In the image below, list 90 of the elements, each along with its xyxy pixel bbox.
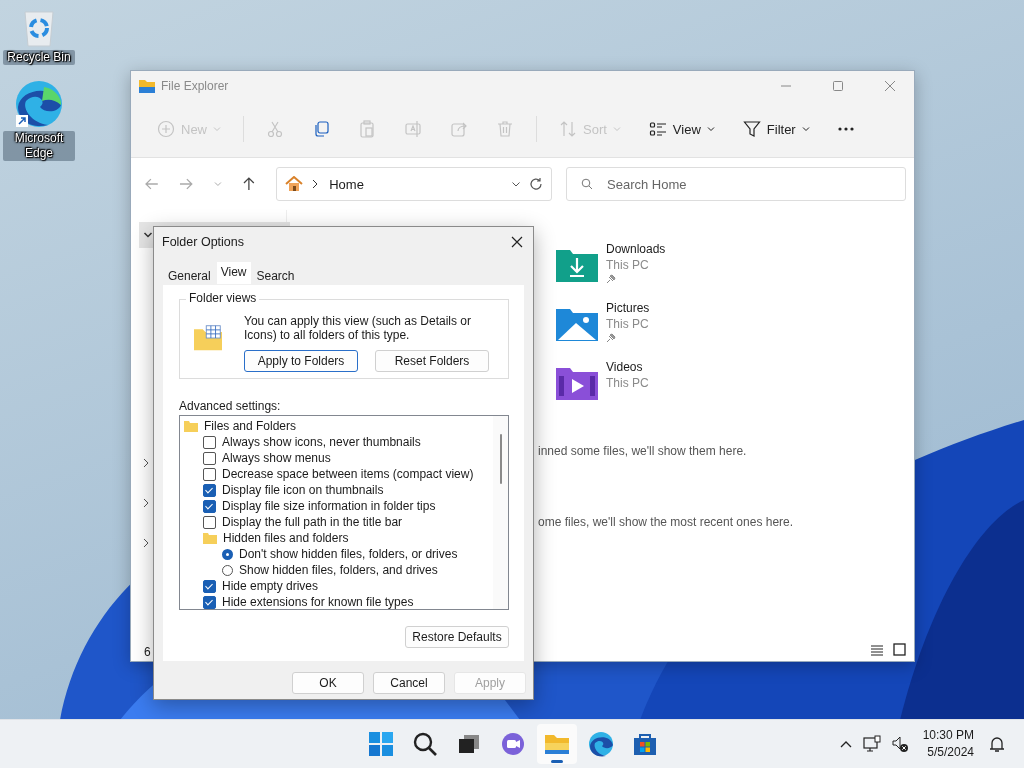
checkbox[interactable] xyxy=(203,451,216,465)
dialog-tab[interactable]: View xyxy=(216,262,251,284)
caret-icon xyxy=(706,125,715,133)
caret-icon xyxy=(213,125,221,133)
muted-speaker-icon[interactable] xyxy=(890,735,909,753)
checkbox[interactable] xyxy=(203,435,216,449)
view-button[interactable]: View xyxy=(636,112,727,146)
dialog-button[interactable]: Reset Folders xyxy=(375,350,489,372)
checkbox[interactable] xyxy=(203,499,216,513)
folder-view-icon xyxy=(194,324,222,352)
caret-icon xyxy=(801,125,810,133)
option-label: Display file size information in folder tips xyxy=(222,499,436,513)
option-label: Display the full path in the title bar xyxy=(222,515,403,529)
close-icon[interactable] xyxy=(511,236,523,248)
option-label: Display file icon on thumbnails xyxy=(222,483,384,497)
group-title: Folder views xyxy=(186,291,260,305)
network-icon[interactable] xyxy=(862,735,881,753)
option-label: Hide extensions for known file types xyxy=(222,595,414,609)
chevron-down-icon xyxy=(143,230,153,240)
maximize-icon[interactable] xyxy=(832,80,844,92)
address-bar[interactable]: Home xyxy=(276,167,552,201)
checkbox[interactable] xyxy=(203,515,216,529)
item-count-text: 6 xyxy=(143,645,152,659)
large-icons-view-icon[interactable] xyxy=(893,643,906,656)
dialog-button[interactable]: Apply to Folders xyxy=(244,350,358,372)
search-field[interactable]: Search Home xyxy=(566,167,906,201)
dialog-tab[interactable]: Search xyxy=(252,265,299,285)
folder-icon xyxy=(203,532,217,544)
edge-logo-icon[interactable] xyxy=(14,79,64,129)
chevron-down-icon[interactable] xyxy=(511,179,521,189)
folder-tile[interactable]: Pictures This PC xyxy=(556,301,914,343)
refresh-icon[interactable] xyxy=(529,177,543,191)
address-text: Home xyxy=(329,176,364,192)
folder-name: Pictures xyxy=(606,301,650,315)
dialog-title: Folder Options xyxy=(162,235,244,249)
dialog-tab[interactable]: General xyxy=(164,265,215,285)
clock[interactable]: 10:30 PM 5/5/2024 xyxy=(922,727,974,761)
folder-icon xyxy=(139,79,155,93)
option-label: Show hidden files, folders, and drives xyxy=(239,563,438,577)
advanced-settings-label: Advanced settings: xyxy=(179,399,282,413)
empty-state-message: inned some files, we'll show them here. xyxy=(538,444,748,458)
dialog-button[interactable]: OK xyxy=(292,672,364,694)
option-label: Decrease space between items (compact view) xyxy=(222,467,474,481)
category-label: Files and Folders xyxy=(204,419,297,433)
checkbox[interactable] xyxy=(203,579,216,593)
search-icon xyxy=(412,731,438,757)
checkbox[interactable] xyxy=(203,483,216,497)
folder-location: This PC xyxy=(606,376,649,390)
details-view-icon[interactable] xyxy=(870,643,884,656)
search-icon xyxy=(581,178,593,190)
empty-state-message: ome files, we'll show the most recent ones here. xyxy=(538,515,795,529)
option-label: Hide empty drives xyxy=(222,579,319,593)
notification-bell-icon[interactable] xyxy=(988,735,1006,753)
radio-button[interactable] xyxy=(222,564,233,576)
chevron-right-icon[interactable] xyxy=(142,458,150,468)
video-folder-icon xyxy=(556,366,598,400)
windows-logo-icon xyxy=(368,731,394,757)
folder-name: Videos xyxy=(606,360,644,374)
picture-folder-icon xyxy=(556,307,598,341)
option-label: Always show menus xyxy=(222,451,331,465)
folder-tile[interactable]: Videos This PC xyxy=(556,360,914,402)
scrollbar[interactable] xyxy=(493,416,508,609)
filter-button[interactable]: Filter xyxy=(730,112,822,146)
dialog-button[interactable]: Cancel xyxy=(373,672,445,694)
checkbox[interactable] xyxy=(203,467,216,481)
home-icon xyxy=(285,176,304,192)
restore-defaults-button[interactable]: Restore Defaults xyxy=(405,626,509,648)
store-bag-icon xyxy=(632,731,658,757)
option-label: Don't show hidden files, folders, or drives xyxy=(239,547,458,561)
folder-tile[interactable]: Downloads This PC xyxy=(556,242,914,284)
chevron-right-icon[interactable] xyxy=(142,538,150,548)
checkbox[interactable] xyxy=(203,595,216,609)
download-folder-icon xyxy=(556,248,598,282)
option-label: Always show icons, never thumbnails xyxy=(222,435,421,449)
caret-icon xyxy=(612,125,621,133)
radio-button[interactable] xyxy=(222,548,233,560)
chat-camera-icon xyxy=(500,731,526,757)
chevron-right-icon[interactable] xyxy=(142,498,150,508)
folder-location: This PC xyxy=(606,317,650,331)
chevron-right-icon xyxy=(311,179,320,189)
description-text: You can apply this view (such as Details or Icons) to all folders of this type. xyxy=(244,314,472,342)
folder-name: Downloads xyxy=(606,242,666,256)
explorer-taskbar-button[interactable] xyxy=(537,724,577,764)
category-label: Hidden files and folders xyxy=(223,531,349,545)
up-arrow-icon[interactable] xyxy=(242,177,257,191)
chevron-up-icon[interactable] xyxy=(838,739,853,749)
window-title: File Explorer xyxy=(161,79,229,93)
edge-logo-icon xyxy=(588,731,614,757)
folder-location: This PC xyxy=(606,258,650,272)
folder-icon xyxy=(184,420,198,432)
